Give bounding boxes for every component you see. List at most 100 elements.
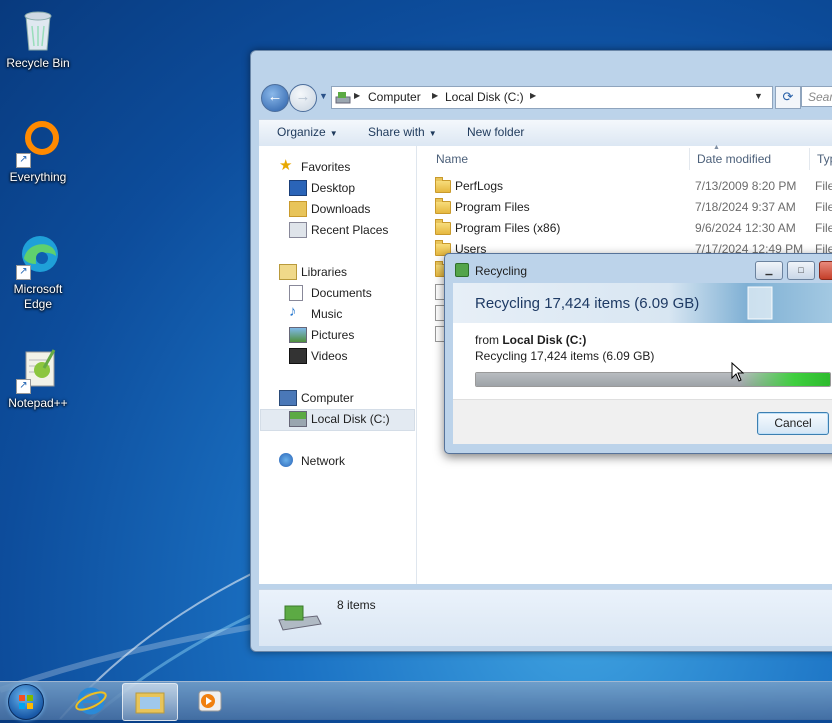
- recent-places-icon: [289, 222, 307, 238]
- chevron-down-icon: ▼: [428, 129, 437, 138]
- desktop-icon: [289, 180, 307, 196]
- address-row: ← → ▼ ▶ Computer ▶ Local Disk (C:) ▶ ▼ ⟳…: [259, 83, 832, 113]
- recent-pages-dropdown-icon[interactable]: ▼: [319, 91, 328, 101]
- column-separator[interactable]: [809, 148, 810, 170]
- recycle-bin-glass-icon: [747, 286, 773, 320]
- desktop-icon-label: Notepad++: [8, 396, 68, 410]
- nav-label: Computer: [301, 391, 354, 405]
- forward-button[interactable]: →: [289, 84, 317, 112]
- recycling-dialog: Recycling ▁ □ ✕ Recycling 17,424 items (…: [444, 253, 832, 454]
- file-row[interactable]: Program Files 7/18/2024 9:37 AM File: [435, 197, 832, 218]
- from-prefix: from: [475, 333, 499, 347]
- pictures-icon: [289, 327, 307, 343]
- file-date: 9/6/2024 12:30 AM: [695, 221, 796, 235]
- file-date: 7/18/2024 9:37 AM: [695, 200, 796, 214]
- nav-label: Network: [301, 454, 346, 468]
- breadcrumb-arrow-icon[interactable]: ▶: [530, 91, 536, 100]
- file-row[interactable]: Program Files (x86) 9/6/2024 12:30 AM Fi…: [435, 218, 832, 239]
- file-type: File: [815, 221, 832, 235]
- internet-explorer-icon: [75, 687, 107, 715]
- taskbar-internet-explorer[interactable]: [64, 683, 118, 719]
- shortcut-arrow-icon: ↗: [16, 265, 31, 280]
- file-name: Program Files (x86): [455, 221, 561, 235]
- desktop-icon-microsoft-edge[interactable]: ↗ Microsoft Edge: [0, 232, 76, 312]
- from-line: from Local Disk (C:): [475, 333, 586, 347]
- dialog-footer: Cancel: [453, 399, 832, 444]
- computer-icon: [279, 390, 297, 406]
- file-name: Program Files: [455, 200, 530, 214]
- edge-icon: ↗: [14, 232, 62, 280]
- drive-icon: [335, 92, 351, 104]
- libraries-icon: [279, 264, 297, 280]
- nav-label: Pictures: [311, 328, 355, 342]
- taskbar-windows-explorer[interactable]: [122, 683, 178, 721]
- cancel-button[interactable]: Cancel: [757, 412, 829, 435]
- drive-large-icon: [278, 605, 322, 631]
- close-button[interactable]: ✕: [819, 261, 832, 280]
- address-bar[interactable]: ▶ Computer ▶ Local Disk (C:) ▶ ▼: [331, 86, 773, 109]
- organize-button[interactable]: Organize ▼: [277, 125, 338, 139]
- breadcrumb-arrow-icon[interactable]: ▶: [354, 91, 360, 100]
- folder-icon: [435, 198, 451, 214]
- start-button[interactable]: [4, 682, 46, 720]
- notepad-plus-plus-icon: ↗: [14, 346, 62, 394]
- column-separator[interactable]: [689, 148, 690, 170]
- desktop-icon-everything[interactable]: ↗ Everything: [0, 120, 76, 185]
- shortcut-arrow-icon: ↗: [16, 379, 31, 394]
- folder-icon: [135, 692, 165, 714]
- column-header-date-modified[interactable]: Date modified: [697, 152, 771, 166]
- nav-label: Music: [311, 307, 343, 321]
- status-bar: 8 items: [259, 589, 832, 646]
- share-with-button[interactable]: Share with ▼: [368, 125, 437, 139]
- column-header-name[interactable]: Name: [436, 152, 468, 166]
- nav-label: Recent Places: [311, 223, 389, 237]
- nav-label: Local Disk (C:): [311, 412, 390, 426]
- breadcrumb-arrow-icon[interactable]: ▶: [432, 91, 438, 100]
- network-icon: [279, 453, 293, 467]
- search-input[interactable]: Search: [801, 86, 832, 107]
- column-header-type[interactable]: Typ: [817, 152, 832, 166]
- progress-text: Recycling 17,424 items (6.09 GB): [475, 349, 655, 363]
- media-player-icon: [198, 690, 222, 712]
- nav-label: Documents: [311, 286, 372, 300]
- dialog-title: Recycling: [475, 264, 528, 278]
- nav-label: Downloads: [311, 202, 371, 216]
- maximize-button[interactable]: □: [787, 261, 815, 280]
- breadcrumb-computer[interactable]: Computer: [368, 90, 421, 104]
- nav-local-disk[interactable]: Local Disk (C:): [260, 409, 415, 431]
- taskbar-media-player[interactable]: [184, 683, 238, 719]
- file-type: File: [815, 200, 832, 214]
- mouse-cursor-icon: [731, 362, 745, 382]
- refresh-button[interactable]: ⟳: [775, 86, 801, 109]
- from-location: Local Disk (C:): [502, 333, 587, 347]
- progress-bar: [475, 372, 831, 387]
- sort-ascending-icon: ▲: [713, 144, 720, 151]
- command-bar: Organize ▼ Share with ▼ New folder: [259, 119, 832, 147]
- navigation-pane: ★ Favorites Desktop Downloads Recent Pla…: [259, 146, 417, 584]
- everything-icon: ↗: [14, 120, 62, 168]
- address-dropdown-icon[interactable]: ▼: [754, 91, 763, 101]
- dialog-heading: Recycling 17,424 items (6.09 GB): [475, 295, 700, 312]
- item-count: 8 items: [337, 598, 376, 612]
- minimize-button[interactable]: ▁: [755, 261, 783, 280]
- desktop-icon-notepad-plus-plus[interactable]: ↗ Notepad++: [0, 346, 76, 411]
- file-name: PerfLogs: [455, 179, 504, 193]
- breadcrumb-local-disk[interactable]: Local Disk (C:): [445, 90, 524, 104]
- nav-label: Libraries: [301, 265, 348, 279]
- organize-label: Organize: [277, 125, 326, 139]
- recycling-icon: [455, 263, 469, 277]
- folder-icon: [435, 177, 451, 193]
- file-row[interactable]: PerfLogs 7/13/2009 8:20 PM File: [435, 176, 832, 197]
- documents-icon: [289, 285, 303, 301]
- music-icon: ♪: [289, 303, 297, 320]
- new-folder-button[interactable]: New folder: [467, 125, 524, 139]
- videos-icon: [289, 348, 307, 364]
- chevron-down-icon: ▼: [329, 129, 338, 138]
- share-with-label: Share with: [368, 125, 425, 139]
- nav-label: Videos: [311, 349, 348, 363]
- recycle-bin-icon: [14, 6, 62, 54]
- back-button[interactable]: ←: [261, 84, 289, 112]
- progress-glow: [740, 373, 830, 386]
- desktop-icon-label: Everything: [9, 170, 67, 184]
- desktop-icon-recycle-bin[interactable]: Recycle Bin: [0, 6, 76, 71]
